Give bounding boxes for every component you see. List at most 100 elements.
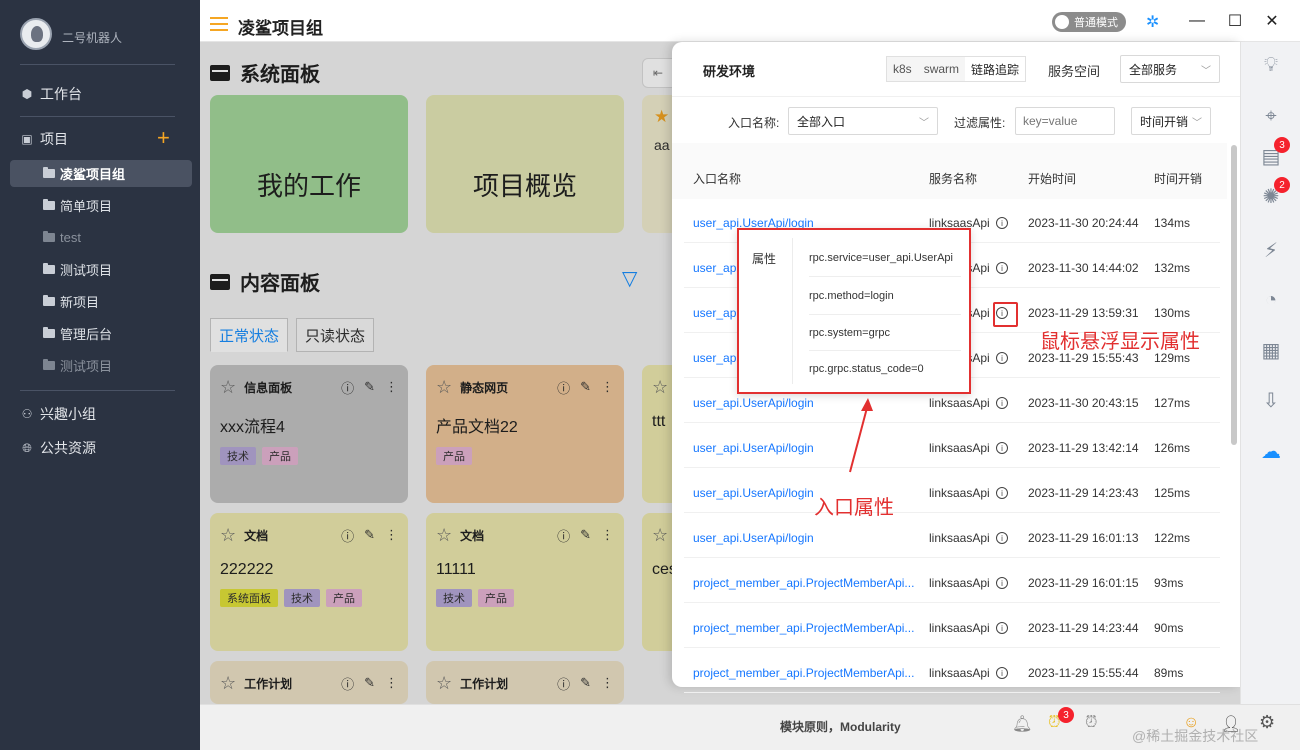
plug-icon[interactable]: ⚡︎ [1258,237,1284,263]
trace-entry-link[interactable]: user_api.UserApi/login [693,441,814,455]
sidebar-project-item[interactable]: test [10,224,192,251]
start-time: 2023-11-29 14:23:44 [1028,621,1139,635]
sidebar-item-label: 公共资源 [40,440,96,456]
info-icon[interactable]: i [996,217,1008,229]
info-icon[interactable]: i [996,262,1008,274]
location-icon[interactable]: ⌖ [1258,103,1284,129]
attr-filter-input[interactable] [1015,107,1115,135]
sort-select[interactable]: 时间开销 ﹀ [1131,107,1211,135]
sidebar-item-label: 管理后台 [60,327,113,342]
chevron-down-icon: ﹀ [1192,117,1202,129]
bug-icon[interactable]: ✲ [1146,12,1159,32]
attr-filter-label: 过滤属性: [954,116,1006,130]
info-icon[interactable]: i [996,397,1008,409]
right-rail [1240,42,1300,704]
status-text: 模块原则，Modularity [780,720,901,734]
divider [672,96,1240,97]
trace-entry-link[interactable]: user_api.UserApi/login [693,531,814,545]
sidebar-item-public-resources[interactable]: 🌐︎ 公共资源 [20,436,96,460]
start-time: 2023-11-30 20:43:15 [1028,396,1139,410]
sidebar-project-item[interactable]: 简单项目 [10,192,192,219]
info-icon[interactable]: i [996,622,1008,634]
avatar[interactable] [20,18,52,50]
start-time: 2023-11-29 13:59:31 [1028,306,1139,320]
sidebar-item-label: 新项目 [60,295,100,310]
cloud-icon[interactable]: ☁︎ [1258,438,1284,464]
alarm-icon[interactable]: ⏰︎ 3 [1048,707,1074,732]
username: 二号机器人 [62,31,123,45]
info-icon[interactable]: i [996,667,1008,679]
attribute-popover: 属性 rpc.service=user_api.UserApi rpc.meth… [737,228,971,394]
watermark: @稀土掘金技术社区 [1132,728,1259,744]
folder-icon [43,295,55,306]
bulb-icon[interactable]: 💡︎ [1258,52,1284,78]
attribute-value: rpc.method=login [809,290,894,302]
settings-icon[interactable]: ⚙ [1259,712,1275,733]
service-name: linksaasApi [929,396,990,410]
menu-icon[interactable] [210,17,228,31]
sidebar-item-interest-group[interactable]: ⚇ 兴趣小组 [20,402,96,426]
row-divider [684,692,1220,693]
drawer-title: 研发环境 [703,64,756,79]
trace-entry-link[interactable]: project_member_api.ProjectMemberApi... [693,666,914,680]
sidebar-project-item[interactable]: 测试项目 [10,352,192,379]
maximize-button[interactable]: ☐ [1225,11,1245,31]
service-space-select[interactable]: 全部服务 ﹀ [1120,55,1220,83]
title-bar [200,0,1300,42]
trace-entry-link[interactable]: project_member_api.ProjectMemberApi... [693,621,914,635]
trace-entry-link[interactable]: project_member_api.ProjectMemberApi... [693,576,914,590]
attribute-value: rpc.service=user_api.UserApi [809,252,953,264]
env-segment: k8s swarm 链路追踪 [886,56,1027,82]
folder-icon [43,231,55,242]
info-icon[interactable]: i [996,442,1008,454]
entry-select[interactable]: 全部入口 ﹀ [788,107,938,135]
close-button[interactable]: ✕ [1262,11,1282,31]
start-time: 2023-11-30 20:24:44 [1028,216,1139,230]
sidebar-project-item[interactable]: 凌鲨项目组 [10,160,192,187]
service-space-label: 服务空间 [1048,64,1101,79]
trace-entry-link[interactable]: user_api.UserApi/login [693,396,814,410]
segment-swarm[interactable]: swarm [917,57,966,81]
trace-entry-link[interactable]: user_api.UserApi/login [693,486,814,500]
sidebar-project-item[interactable]: 测试项目 [10,256,192,283]
info-icon[interactable]: i [996,577,1008,589]
segment-k8s[interactable]: k8s [887,57,918,81]
info-icon[interactable]: i [996,352,1008,364]
select-value: 时间开销 [1140,114,1189,129]
info-icon[interactable]: i [996,487,1008,499]
mode-toggle[interactable]: 普通模式 [1052,12,1126,32]
sidebar-item-workbench[interactable]: ⬢ 工作台 [20,82,82,106]
service-name: linksaasApi [929,531,990,545]
time-cost: 90ms [1154,621,1184,635]
add-project-button[interactable]: + [157,127,170,149]
service-name: linksaasApi [929,441,990,455]
document-icon[interactable]: ▤ 3 [1258,137,1290,169]
segment-trace[interactable]: 链路追踪 [965,57,1026,81]
bell-icon[interactable]: 🔔︎ [1012,714,1032,734]
page-title: 凌鲨项目组 [238,19,323,38]
start-time: 2023-11-29 13:42:14 [1028,441,1139,455]
sidebar-item-projects[interactable]: ▣ 项目 [20,127,68,151]
download-icon[interactable]: ⇩ [1258,387,1284,413]
attribute-value: rpc.system=grpc [809,327,890,339]
sidebar-project-item[interactable]: 新项目 [10,288,192,315]
calendar-icon[interactable]: ▦ [1258,337,1284,363]
divider [809,350,961,351]
alarm-off-icon[interactable]: ⏰︎ [1085,714,1097,732]
select-value: 全部服务 [1129,62,1178,77]
badge: 2 [1274,177,1290,193]
scrollbar[interactable] [1231,145,1237,445]
pie-chart-icon[interactable]: ◔ [1258,287,1284,313]
popover-label: 属性 [752,252,777,266]
bug-icon[interactable]: ✺ 2 [1258,177,1290,209]
sidebar-project-item[interactable]: 管理后台 [10,320,192,347]
entry-filter-label: 入口名称: [728,116,780,130]
start-time: 2023-11-29 16:01:15 [1028,576,1139,590]
info-icon[interactable]: i [996,532,1008,544]
time-cost: 132ms [1154,261,1191,275]
minimize-button[interactable]: — [1187,11,1207,31]
column-header: 时间开销 [1154,172,1203,186]
select-value: 全部入口 [797,114,846,129]
row-divider [684,557,1220,558]
time-cost: 126ms [1154,441,1191,455]
